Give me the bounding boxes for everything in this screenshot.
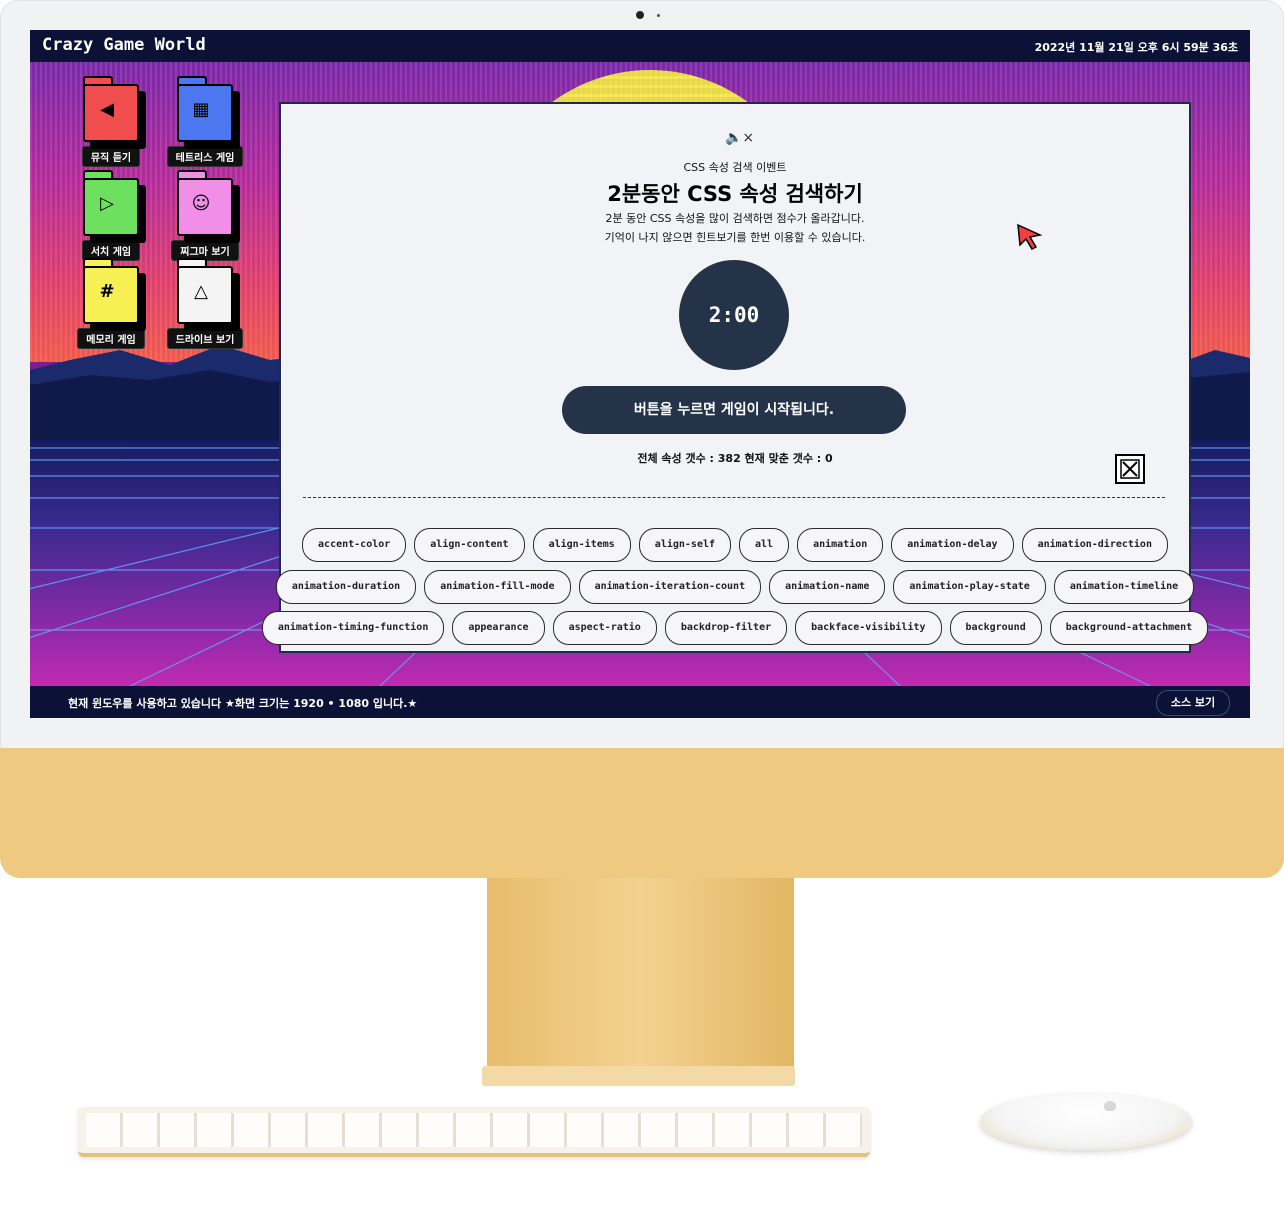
top-bar: Crazy Game World 2022년 11월 21일 오후 6시 59분… (30, 30, 1250, 62)
score-counts: 전체 속성 갯수 : 382 현재 맞춘 갯수 : 0 (637, 452, 833, 465)
property-chip[interactable]: animation (797, 528, 884, 562)
property-chip[interactable]: animation-play-state (893, 570, 1046, 604)
property-chip[interactable]: animation-iteration-count (578, 570, 762, 604)
desktop-icon-label: 뮤직 듣기 (81, 146, 141, 167)
divider (303, 497, 1165, 498)
property-chip[interactable]: animation-duration (275, 570, 417, 604)
property-chip[interactable]: background (949, 611, 1042, 645)
close-icon[interactable] (1115, 454, 1145, 484)
property-chip[interactable]: animation-direction (1021, 528, 1168, 562)
modal-subtitle: CSS 속성 검색 이벤트 (683, 161, 787, 174)
property-chip[interactable]: backface-visibility (795, 611, 942, 645)
screen: Crazy Game World 2022년 11월 21일 오후 6시 59분… (30, 30, 1250, 718)
property-chip[interactable]: animation-name (769, 570, 886, 604)
property-chip[interactable]: all (739, 528, 790, 562)
property-chip-row: animation-duration animation-fill-mode a… (275, 570, 1195, 604)
property-chip[interactable]: background-attachment (1049, 611, 1209, 645)
game-modal: 🔈× CSS 속성 검색 이벤트 2분동안 CSS 속성 검색하기 2분 동안 … (261, 102, 1209, 653)
file-icon: ▦ (177, 76, 233, 142)
property-chip[interactable]: animation-fill-mode (424, 570, 571, 604)
property-chip[interactable]: animation-timing-function (261, 611, 445, 645)
modal-title: 2분동안 CSS 속성 검색하기 (607, 182, 863, 206)
property-chip-row: accent-color align-content align-items a… (281, 528, 1189, 562)
property-chip[interactable]: animation-delay (891, 528, 1014, 562)
property-chip[interactable]: aspect-ratio (552, 611, 657, 645)
keyboard (78, 1107, 870, 1157)
desktop-icon-music[interactable]: ◀ 뮤직 듣기 (68, 76, 154, 167)
users-icon: ☺ (177, 170, 233, 236)
view-source-button[interactable]: 소스 보기 (1156, 690, 1230, 716)
play-icon: ▷ (83, 170, 139, 236)
property-chip[interactable]: appearance (452, 611, 545, 645)
property-chip[interactable]: align-self (638, 528, 732, 562)
graduation-icon: △ (177, 258, 233, 324)
mouse (980, 1092, 1192, 1150)
modal-description-line-2: 기억이 나지 않으면 힌트보기를 한번 이용할 수 있습니다. (604, 231, 866, 244)
hash-icon: # (83, 258, 139, 324)
property-chip[interactable]: backdrop-filter (664, 611, 788, 645)
imac-stand (487, 878, 794, 1068)
app-title: Crazy Game World (42, 35, 206, 55)
clock: 2022년 11월 21일 오후 6시 59분 36초 (1034, 41, 1238, 54)
timer-display: 2:00 (679, 260, 789, 370)
imac-stand-foot (482, 1066, 795, 1086)
mute-icon[interactable]: 🔈× (725, 130, 754, 146)
property-chip[interactable]: align-items (532, 528, 631, 562)
apple-logo-icon (1104, 1101, 1116, 1111)
desktop-icon-label: 메모리 게임 (77, 328, 145, 349)
desktop-icon-label: 테트리스 게임 (166, 146, 244, 167)
desktop-icon-memory-game[interactable]: # 메모리 게임 (68, 258, 154, 349)
desktop-icon-search-game[interactable]: ▷ 서치 게임 (68, 170, 154, 261)
modal-description-line-1: 2분 동안 CSS 속성을 많이 검색하면 점수가 올라갑니다. (605, 212, 865, 225)
camera-sensor (657, 14, 660, 17)
camera (636, 11, 644, 19)
property-chip[interactable]: align-content (414, 528, 525, 562)
desktop-icon-figma[interactable]: ☺ 찌그마 보기 (162, 170, 248, 261)
desktop-icon-drive[interactable]: △ 드라이브 보기 (162, 258, 248, 349)
desktop-icon-tetris[interactable]: ▦ 테트리스 게임 (162, 76, 248, 167)
property-chip[interactable]: animation-timeline (1053, 570, 1195, 604)
imac-chin (0, 748, 1284, 878)
music-icon: ◀ (83, 76, 139, 142)
bottom-bar: 현재 윈도우를 사용하고 있습니다 ★화면 크기는 1920 • 1080 입니… (30, 686, 1250, 718)
status-text: 현재 윈도우를 사용하고 있습니다 ★화면 크기는 1920 • 1080 입니… (68, 697, 418, 710)
property-chip[interactable]: accent-color (302, 528, 407, 562)
cursor-icon (1017, 223, 1043, 250)
desktop-icon-label: 드라이브 보기 (166, 328, 244, 349)
property-chip-row: animation-timing-function appearance asp… (261, 611, 1209, 645)
start-game-button[interactable]: 버튼을 누르면 게임이 시작됩니다. (562, 386, 906, 434)
